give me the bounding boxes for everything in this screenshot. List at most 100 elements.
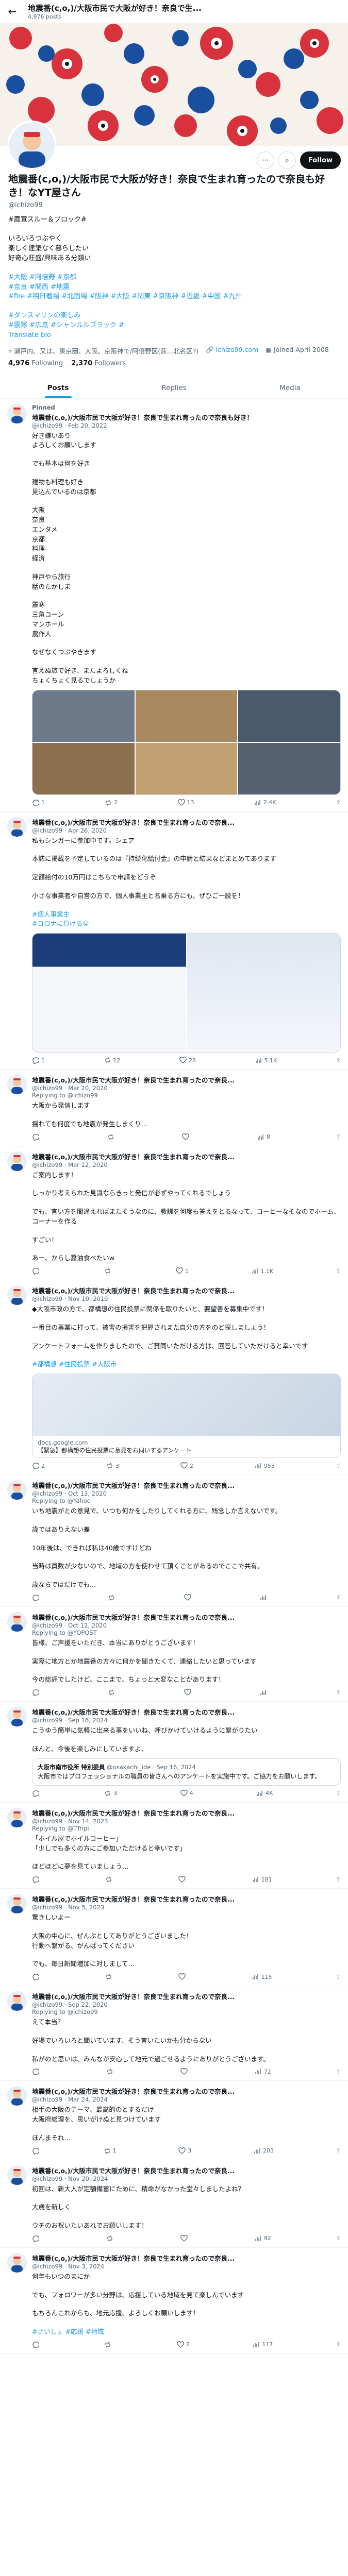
tweet-avatar[interactable] <box>7 1480 27 1500</box>
reply-button[interactable] <box>32 2235 41 2242</box>
tweet-author[interactable]: 地震番(c,o,)/大阪市民で大阪が好き！奈良で生まれ育ったので奈良... <box>32 1894 341 1904</box>
tweet-author-name[interactable]: 地震番(c,o,)/大阪市民で大阪が好き！奈良で生まれ育ったので奈良... <box>32 1993 235 2001</box>
tweet[interactable]: 地震番(c,o,)/大阪市民で大阪が好き！奈良で生まれ育ったので奈良... @ic… <box>0 1889 348 1987</box>
like-button[interactable] <box>184 1689 193 1696</box>
share-button[interactable]: ⇪ <box>336 1790 341 1797</box>
tweet-avatar[interactable] <box>7 1807 27 1827</box>
like-button[interactable]: 4 <box>180 1789 193 1797</box>
like-button[interactable] <box>184 1594 193 1601</box>
repost-button[interactable] <box>108 1594 117 1601</box>
repost-button[interactable] <box>106 2235 115 2242</box>
share-button[interactable]: ⇪ <box>336 2068 341 2075</box>
link-card[interactable]: docs.google.com 【緊急】都構想の住民投票に意見をお伺いするアンケー… <box>32 1374 341 1459</box>
tweet-author[interactable]: 地震番(c,o,)/大阪市民で大阪が好き！奈良で生まれ育ったので奈良... <box>32 1151 341 1161</box>
tweet-author[interactable]: 地震番(c,o,)/大阪市民で大阪が好き！奈良で生まれ育ったので奈良... <box>32 1285 341 1295</box>
follow-button[interactable]: Follow <box>300 151 341 169</box>
views-button[interactable]: 92 <box>255 2235 271 2242</box>
tweet-avatar[interactable] <box>7 2086 27 2106</box>
tweet-avatar[interactable] <box>7 2165 27 2185</box>
reply-button[interactable] <box>32 2341 41 2348</box>
tweet-photo-grid[interactable] <box>32 689 341 795</box>
tweet-author[interactable]: 地震番(c,o,)/大阪市民で大阪が好き！奈良で生まれ育ったので奈良... <box>32 2086 341 2096</box>
repost-button[interactable]: 1 <box>104 2147 117 2155</box>
tweet[interactable]: 地震番(c,o,)/大阪市民で大阪が好き！奈良で生まれ育ったので奈良... @ic… <box>0 1146 348 1281</box>
share-button[interactable]: ⇪ <box>336 1973 341 1980</box>
tweet-photo[interactable] <box>32 742 135 794</box>
views-button[interactable]: 2.4K <box>254 799 276 806</box>
tweet-avatar[interactable] <box>7 1894 27 1914</box>
tweet[interactable]: 地震番(c,o,)/大阪市民で大阪が好き！奈良で生まれ育ったので奈良... @ic… <box>0 2248 348 2354</box>
tweet-photo[interactable] <box>135 690 238 742</box>
tweet[interactable]: 地震番(c,o,)/大阪市民で大阪が好き！奈良で生まれ育ったので奈良... @ic… <box>0 812 348 1070</box>
share-button[interactable]: ⇪ <box>336 2147 341 2155</box>
repost-button[interactable] <box>104 2341 113 2348</box>
tweet-photo[interactable] <box>238 690 340 742</box>
reply-button[interactable] <box>32 1594 41 1601</box>
tweet-author[interactable]: 地震番(c,o,)/大阪市民で大阪が好き！奈良で生まれ育ったので奈良... <box>32 1808 341 1818</box>
tweet[interactable]: 地震番(c,o,)/大阪市民で大阪が好き！奈良で生まれ育ったので奈良... @ic… <box>0 1702 348 1803</box>
tweet-author-name[interactable]: 地震番(c,o,)/大阪市民で大阪が好き！奈良で生まれ育ったので奈良も好き！ <box>32 414 253 421</box>
profile-banner[interactable] <box>0 23 348 146</box>
repost-button[interactable]: 2 <box>105 799 118 806</box>
tweet-avatar[interactable] <box>7 1612 27 1632</box>
views-button[interactable]: 117 <box>253 2341 273 2348</box>
repost-button[interactable]: 3 <box>106 1462 119 1469</box>
tweet-author-name[interactable]: 地震番(c,o,)/大阪市民で大阪が好き！奈良で生まれ育ったので奈良... <box>32 819 235 826</box>
tweet-images[interactable] <box>32 933 341 1053</box>
share-button[interactable]: ⇪ <box>336 1462 341 1469</box>
followers-link[interactable]: 2,370 Followers <box>71 360 126 367</box>
views-button[interactable]: 181 <box>252 1876 272 1883</box>
reply-button[interactable] <box>32 1267 41 1275</box>
tweet-author-name[interactable]: 地震番(c,o,)/大阪市民で大阪が好き！奈良で生まれ育ったので奈良... <box>32 2167 235 2175</box>
tweet-author-name[interactable]: 地震番(c,o,)/大阪市民で大阪が好き！奈良で生まれ育ったので奈良... <box>32 1287 235 1295</box>
views-button[interactable]: 72 <box>255 2068 271 2075</box>
share-button[interactable]: ⇪ <box>336 1689 341 1696</box>
share-button[interactable]: ⇪ <box>336 1057 341 1064</box>
tweet-author-name[interactable]: 地震番(c,o,)/大阪市民で大阪が好き！奈良で生まれ育ったので奈良... <box>32 1153 235 1161</box>
translate-bio-link[interactable]: Translate bio <box>8 331 340 341</box>
like-button[interactable] <box>178 1876 188 1883</box>
tweet-image[interactable] <box>187 934 340 1053</box>
tweet[interactable]: 地震番(c,o,)/大阪市民で大阪が好き！奈良で生まれ育ったので奈良... @ic… <box>0 2081 348 2160</box>
tweet[interactable]: 地震番(c,o,)/大阪市民で大阪が好き！奈良で生まれ育ったので奈良... @ic… <box>0 1803 348 1889</box>
reply-button[interactable] <box>32 1133 41 1141</box>
tweet-avatar[interactable] <box>7 1075 27 1095</box>
tweet-author-name[interactable]: 地震番(c,o,)/大阪市民で大阪が好き！奈良で生まれ育ったので奈良... <box>32 2088 235 2095</box>
share-button[interactable]: ⇪ <box>336 1133 341 1141</box>
profile-link[interactable]: ichizo99.com <box>216 346 259 353</box>
like-button[interactable]: 2 <box>177 2341 190 2348</box>
tweet[interactable]: 地震番(c,o,)/大阪市民で大阪が好き！奈良で生まれ育ったので奈良... @ic… <box>0 1607 348 1702</box>
tweet-author[interactable]: 地震番(c,o,)/大阪市民で大阪が好き！奈良で生まれ育ったので奈良... <box>32 1480 341 1490</box>
share-button[interactable]: ⇪ <box>336 2235 341 2242</box>
tweet-image[interactable] <box>32 934 186 1053</box>
tweet-author[interactable]: 地震番(c,o,)/大阪市民で大阪が好き！奈良で生まれ育ったので奈良... <box>32 1612 341 1622</box>
tweet-avatar[interactable] <box>7 1285 27 1306</box>
like-button[interactable]: 13 <box>177 799 194 806</box>
tweet-photo[interactable] <box>32 690 135 742</box>
profile-avatar[interactable] <box>7 121 57 170</box>
tweet-author-name[interactable]: 地震番(c,o,)/大阪市民で大阪が好き！奈良で生まれ育ったので奈良... <box>32 1809 235 1817</box>
repost-button[interactable] <box>105 1876 114 1883</box>
tweet-author-name[interactable]: 地震番(c,o,)/大阪市民で大阪が好き！奈良で生まれ育ったので奈良... <box>32 1482 235 1489</box>
like-button[interactable] <box>182 1133 191 1141</box>
tweet[interactable]: 地震番(c,o,)/大阪市民で大阪が好き！奈良で生まれ育ったので奈良... @ic… <box>0 2160 348 2248</box>
like-button[interactable] <box>178 1973 188 1980</box>
tab-media[interactable]: Media <box>232 377 348 398</box>
tweet-author[interactable]: 地震番(c,o,)/大阪市民で大阪が好き！奈良で生まれ育ったので奈良も好き！ <box>32 412 341 422</box>
tweet-photo[interactable] <box>238 742 340 794</box>
views-button[interactable]: 4K <box>256 1790 273 1797</box>
tab-replies[interactable]: Replies <box>116 377 232 398</box>
tweet-author-name[interactable]: 地震番(c,o,)/大阪市民で大阪が好き！奈良で生まれ育ったので奈良... <box>32 1076 235 1084</box>
like-button[interactable]: 1 <box>176 1267 189 1275</box>
tweet-author-name[interactable]: 地震番(c,o,)/大阪市民で大阪が好き！奈良で生まれ育ったので奈良... <box>32 2255 235 2262</box>
tweet[interactable]: 地震番(c,o,)/大阪市民で大阪が好き！奈良で生まれ育ったので奈良... @ic… <box>0 1475 348 1607</box>
tweet-author-name[interactable]: 地震番(c,o,)/大阪市民で大阪が好き！奈良で生まれ育ったので奈良... <box>32 1708 235 1716</box>
like-button[interactable] <box>180 2068 190 2075</box>
repost-button[interactable] <box>107 1133 117 1141</box>
tweet-author[interactable]: 地震番(c,o,)/大阪市民で大阪が好き！奈良で生まれ育ったので奈良... <box>32 1991 341 2001</box>
tweet-avatar[interactable] <box>7 817 27 837</box>
tweet-author[interactable]: 地震番(c,o,)/大阪市民で大阪が好き！奈良で生まれ育ったので奈良... <box>32 1075 341 1084</box>
following-link[interactable]: 4,976 Following <box>8 360 63 367</box>
tweet-avatar[interactable] <box>7 1991 27 2011</box>
repost-button[interactable] <box>104 1267 113 1275</box>
